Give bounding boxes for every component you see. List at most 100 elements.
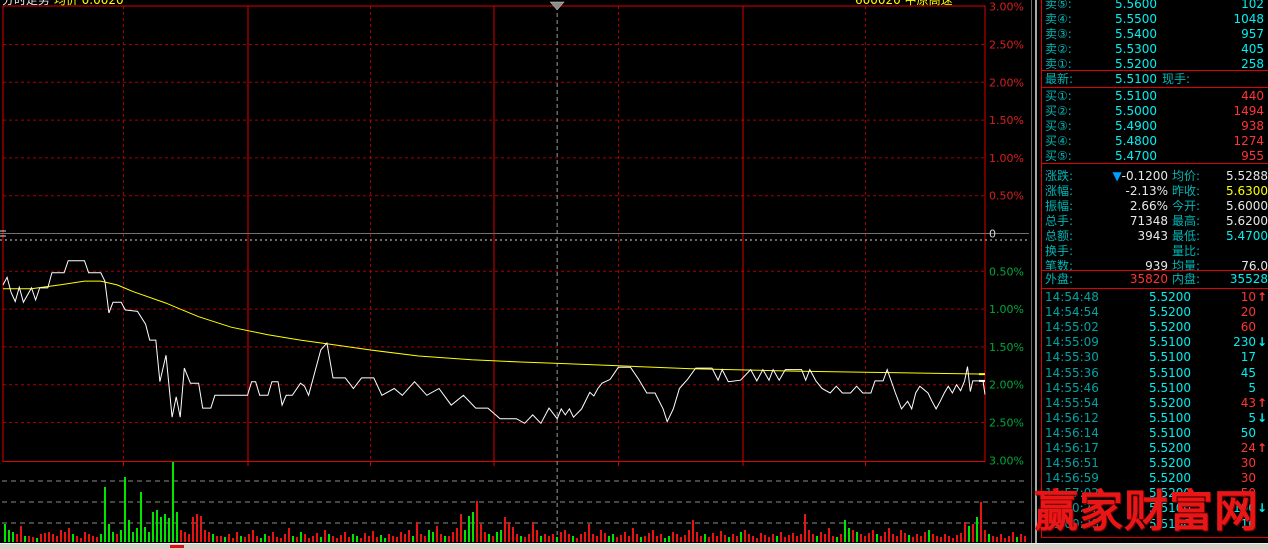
- stat-value-1: -2.13%: [1041, 184, 1168, 199]
- trade-row[interactable]: 14:54:545.520020: [1041, 305, 1268, 320]
- trade-volume: 230: [1041, 335, 1256, 350]
- stat-row[interactable]: 总手:71348最高:5.6200: [1041, 214, 1268, 229]
- quote-panel: 卖⑤:5.5600102卖④:5.55001048卖③:5.5400957卖②:…: [1041, 0, 1268, 543]
- axis-label-up: 3.00%: [989, 1, 1024, 14]
- buy-level-row[interactable]: 买⑤:5.4700955: [1041, 149, 1268, 164]
- volume-bar: [900, 530, 902, 542]
- volume-bar: [588, 524, 590, 542]
- trade-volume: 45: [1041, 366, 1256, 381]
- volume-bar: [428, 530, 430, 542]
- stat-row[interactable]: 涨幅:-2.13%昨收:5.6300: [1041, 184, 1268, 199]
- up-arrow-icon: ↑: [1257, 396, 1268, 411]
- volume-bar: [920, 536, 922, 542]
- volume-bar: [284, 534, 286, 542]
- volume-bar: [420, 534, 422, 542]
- volume-bar: [276, 537, 278, 542]
- sell-level-row[interactable]: 卖⑤:5.5600102: [1041, 0, 1268, 12]
- trade-row[interactable]: 14:55:465.51005: [1041, 381, 1268, 396]
- volume-bar: [296, 537, 298, 542]
- volume-bar: [20, 526, 22, 542]
- volume-bar: [676, 534, 678, 542]
- volume-bar: [240, 536, 242, 542]
- latest-price-row[interactable]: 最新: 5.5100 现手:: [1041, 72, 1268, 87]
- volume-bar: [984, 530, 986, 542]
- trade-row[interactable]: 14:56:515.520030: [1041, 456, 1268, 471]
- scrollbar-thumb[interactable]: [170, 545, 184, 548]
- panel-divider-dark: [1031, 0, 1032, 543]
- volume-bar: [44, 533, 46, 542]
- volume-bar: [880, 536, 882, 542]
- stat-row[interactable]: 换手:量比:: [1041, 244, 1268, 259]
- volume-bar: [732, 534, 734, 542]
- trade-row[interactable]: 14:56:175.520024↑: [1041, 441, 1268, 456]
- volume-bar: [740, 532, 742, 542]
- sell-level-row[interactable]: 卖③:5.5400957: [1041, 27, 1268, 42]
- chart-title-clipped: 分时走势 均价 0.0020: [2, 0, 124, 8]
- volume-bar: [832, 536, 834, 542]
- volume-bar: [380, 535, 382, 542]
- buy-level-row[interactable]: 买①:5.5100440: [1041, 89, 1268, 104]
- volume-bar: [792, 533, 794, 542]
- volume-bar: [272, 532, 274, 542]
- volume-bar: [88, 534, 90, 542]
- volume-bar: [188, 534, 190, 542]
- trade-volume: 60: [1041, 320, 1256, 335]
- buy-level-row[interactable]: 买③:5.4900938: [1041, 119, 1268, 134]
- volume-bar: [620, 535, 622, 542]
- volume-bar: [108, 524, 110, 542]
- volume-bar: [320, 537, 322, 542]
- volume-bar: [972, 524, 974, 542]
- stat-value-2: 5.6300: [1172, 184, 1268, 199]
- volume-bar: [1016, 537, 1018, 542]
- sep-below-flow: [1041, 288, 1268, 289]
- volume-bar: [516, 534, 518, 542]
- volume-bar: [192, 517, 194, 542]
- trade-volume: 5: [1041, 381, 1256, 396]
- volume-bar: [656, 536, 658, 542]
- volume-bar: [912, 537, 914, 542]
- stat-row[interactable]: 总额:3943最低:5.4700: [1041, 229, 1268, 244]
- volume-bar: [868, 533, 870, 542]
- volume-bar: [504, 517, 506, 542]
- volume-bar: [708, 537, 710, 542]
- volume-bar: [448, 536, 450, 542]
- bottom-scrollbar[interactable]: [0, 543, 1268, 549]
- volume-bar: [936, 536, 938, 542]
- sep-above-flow: [1041, 270, 1268, 271]
- volume-bar: [540, 536, 542, 542]
- trade-row[interactable]: 14:55:095.5100230↓: [1041, 335, 1268, 350]
- trade-volume: 43: [1041, 396, 1256, 411]
- outer-inner-row[interactable]: 外盘: 35820 内盘: 35528: [1041, 272, 1268, 287]
- sell-level-row[interactable]: 卖②:5.5300405: [1041, 42, 1268, 57]
- volume-bar: [312, 536, 314, 542]
- volume-bar: [584, 532, 586, 542]
- volume-bar: [556, 537, 558, 542]
- volume-bar: [156, 510, 158, 542]
- panel-divider-light[interactable]: [1035, 0, 1037, 543]
- volume-bar: [484, 532, 486, 542]
- trade-row[interactable]: 14:55:025.520060: [1041, 320, 1268, 335]
- trade-row[interactable]: 14:55:545.520043↑: [1041, 396, 1268, 411]
- volume-bar: [716, 536, 718, 542]
- volume-bar: [696, 532, 698, 542]
- buy-level-row[interactable]: 买④:5.48001274: [1041, 134, 1268, 149]
- trade-volume: 50: [1041, 426, 1256, 441]
- volume-bar: [416, 522, 418, 542]
- stat-row[interactable]: 涨跌:▼-0.1200均价:5.5288: [1041, 169, 1268, 184]
- trade-row[interactable]: 14:55:365.510045: [1041, 366, 1268, 381]
- volume-bar: [1024, 536, 1026, 542]
- volume-bar: [308, 538, 310, 542]
- trade-row[interactable]: 14:54:485.520010↑: [1041, 290, 1268, 305]
- volume-bar: [608, 536, 610, 542]
- trade-row[interactable]: 14:55:305.510017: [1041, 350, 1268, 365]
- volume-bar: [460, 514, 462, 542]
- sell-level-row[interactable]: 卖④:5.55001048: [1041, 12, 1268, 27]
- buy-level-row[interactable]: 买②:5.50001494: [1041, 104, 1268, 119]
- volume-bar: [872, 530, 874, 542]
- stat-row[interactable]: 振幅:2.66%今开:5.6000: [1041, 199, 1268, 214]
- volume-bar: [824, 534, 826, 542]
- volume-bar: [228, 534, 230, 542]
- trade-row[interactable]: 14:56:125.51005↓: [1041, 411, 1268, 426]
- intraday-chart[interactable]: 3.00%2.50%2.00%1.50%1.00%0.50%00.50%1.00…: [0, 0, 1030, 543]
- trade-row[interactable]: 14:56:145.510050: [1041, 426, 1268, 441]
